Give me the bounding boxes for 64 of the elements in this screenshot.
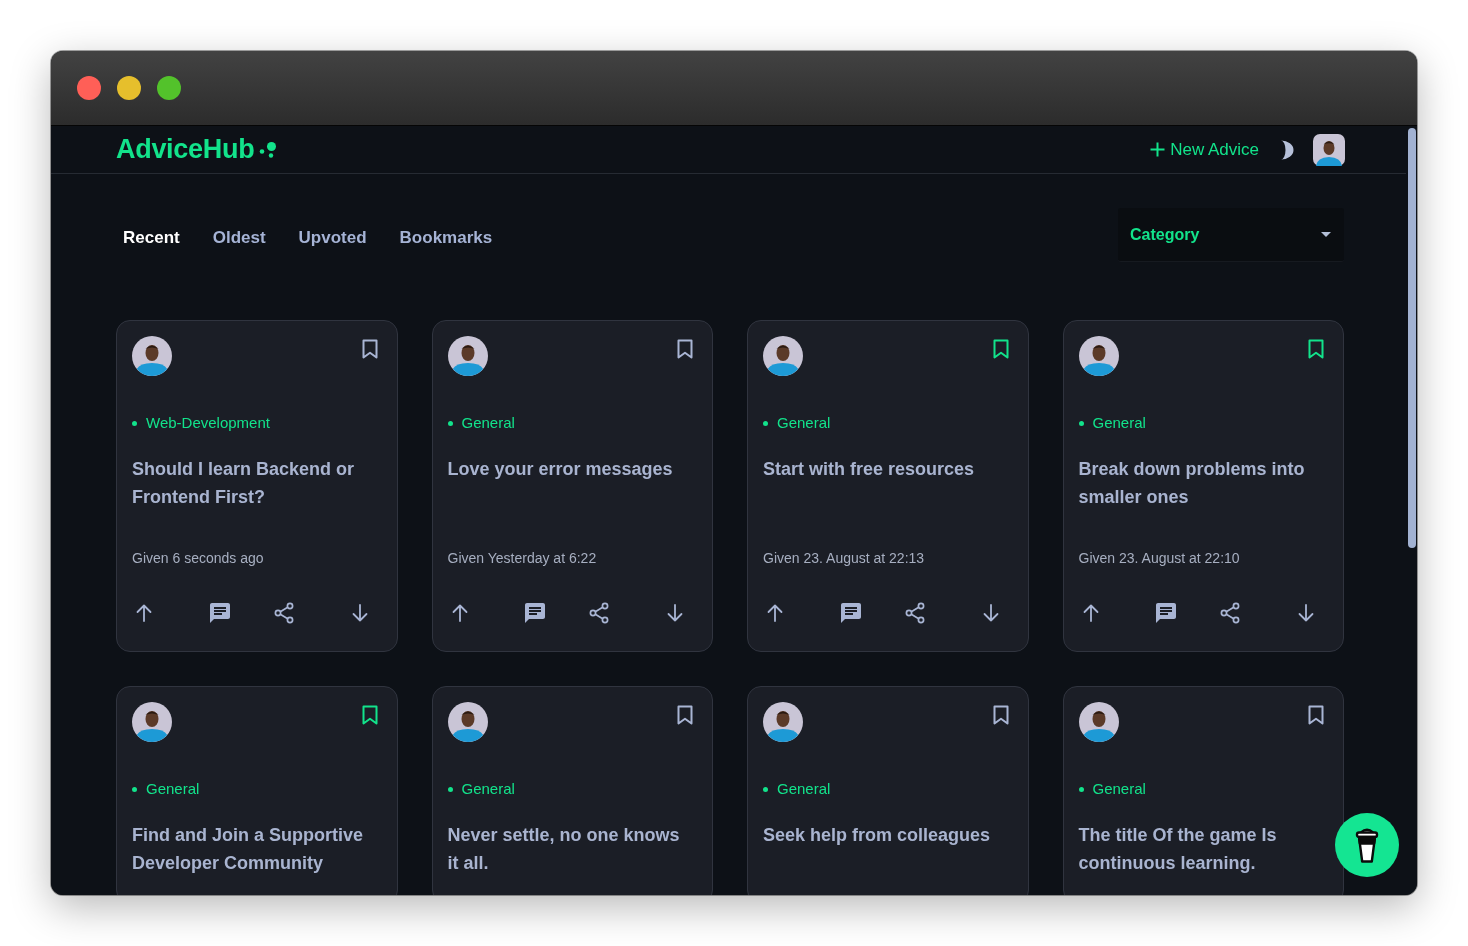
close-icon[interactable] <box>77 76 101 100</box>
cup-icon <box>1354 826 1380 864</box>
dots-icon <box>259 140 278 159</box>
advice-title[interactable]: Never settle, no one knows it all. <box>447 821 690 877</box>
bookmark-icon[interactable] <box>992 339 1009 359</box>
advice-title[interactable]: Should I learn Backend or Frontend First? <box>132 455 374 511</box>
category-label: General <box>1092 780 1146 798</box>
advice-title[interactable]: Seek help from colleagues <box>763 821 1005 849</box>
bullet-icon <box>1078 786 1084 792</box>
new-advice-button[interactable]: New Advice <box>1150 137 1259 162</box>
caret-icon <box>1321 232 1331 237</box>
bullet-icon <box>763 786 768 792</box>
category-label: General <box>1092 414 1146 432</box>
avatar-icon <box>1078 336 1119 376</box>
avatar-icon <box>1078 702 1119 742</box>
comment-icon[interactable] <box>523 601 548 625</box>
advice-title[interactable]: The title Of the game Is continuous learning. <box>1078 821 1321 877</box>
bookmark-icon[interactable] <box>361 339 378 359</box>
advice-title[interactable]: Break down problems into smaller ones <box>1078 455 1321 511</box>
comment-icon[interactable] <box>207 601 232 625</box>
user-avatar-icon[interactable] <box>1313 133 1345 166</box>
bullet-icon <box>1078 420 1084 426</box>
bookmark-icon[interactable] <box>992 705 1009 725</box>
advice-title[interactable]: Love your error messages <box>447 455 690 483</box>
category-dropdown[interactable]: Category <box>1118 208 1344 262</box>
plus-icon <box>1150 142 1166 157</box>
category-label: General <box>461 780 515 798</box>
date-text: Given 23. August at 22:10 <box>1078 549 1240 567</box>
avatar-icon <box>132 336 172 376</box>
bookmark-icon[interactable] <box>361 705 378 725</box>
avatar-icon <box>447 702 488 742</box>
advice-title[interactable]: Find and Join a Supportive Developer Community <box>132 821 374 877</box>
category-label: Web-Development <box>146 414 270 432</box>
category-label: General <box>461 414 515 432</box>
avatar-icon <box>763 702 803 742</box>
bullet-icon <box>447 420 453 426</box>
date-text: Given 23. August at 22:13 <box>763 549 925 567</box>
minimize-icon[interactable] <box>117 76 141 100</box>
bullet-icon <box>132 786 137 792</box>
tab[interactable]: Bookmarks <box>391 226 501 250</box>
bullet-icon <box>447 786 453 792</box>
avatar-icon <box>447 336 488 376</box>
advice-title[interactable]: Start with free resources <box>763 455 1005 483</box>
bookmark-icon[interactable] <box>1308 705 1324 725</box>
category-label: General <box>146 780 200 798</box>
maximize-icon[interactable] <box>157 76 181 100</box>
comment-icon[interactable] <box>838 601 863 625</box>
date-text: Given 6 seconds ago <box>132 549 264 567</box>
scrollbar-thumb[interactable] <box>1408 128 1416 548</box>
avatar-icon <box>763 336 803 376</box>
tab[interactable]: Oldest <box>204 226 274 250</box>
bookmark-icon[interactable] <box>677 705 693 725</box>
bookmark-icon[interactable] <box>1308 339 1324 359</box>
logo[interactable]: AdviceHub <box>116 134 255 165</box>
date-text: Given Yesterday at 6:22 <box>447 549 597 567</box>
bullet-icon <box>132 420 137 426</box>
comment-icon[interactable] <box>1154 601 1179 625</box>
bullet-icon <box>763 420 768 426</box>
tab[interactable]: Upvoted <box>290 226 375 250</box>
bookmark-icon[interactable] <box>677 339 693 359</box>
category-label: General <box>777 780 831 798</box>
tab[interactable]: Recent <box>115 226 188 250</box>
category-label: General <box>777 414 831 432</box>
avatar-icon <box>132 702 172 742</box>
